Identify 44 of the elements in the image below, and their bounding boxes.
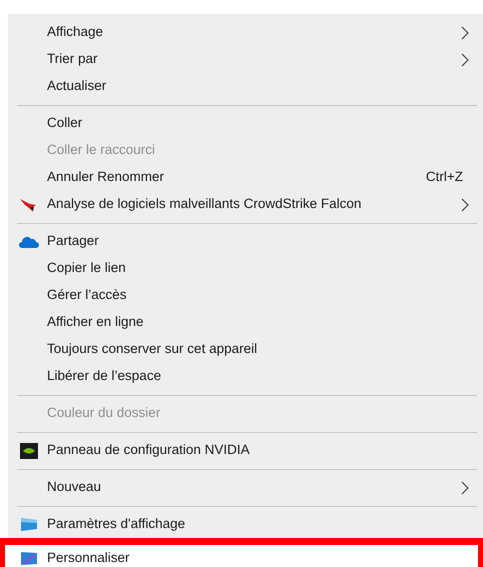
monitor-icon xyxy=(20,517,38,532)
menu-item[interactable]: Annuler Renommer Ctrl+Z xyxy=(8,164,483,191)
menu-item-label: Trier par xyxy=(47,50,98,68)
cloud-icon xyxy=(18,236,38,248)
chevron-right-icon xyxy=(461,198,469,212)
menu-item-label: Gérer l’accès xyxy=(47,286,127,304)
chevron-right-icon xyxy=(461,480,469,494)
menu-item-label: Afficher en ligne xyxy=(47,313,144,332)
menu-item-label: Analyse de logiciels malveillants CrowdStrike Falcon xyxy=(47,195,362,214)
menu-item-label: Actualiser xyxy=(47,77,106,96)
menu-item[interactable]: Copier le lien xyxy=(8,255,483,282)
menu-item-label: Couleur du dossier xyxy=(47,404,160,422)
menu-item-label: Nouveau xyxy=(47,478,102,496)
menu-item[interactable]: Paramètres d'affichage xyxy=(8,511,483,538)
shortcut-label: Ctrl+Z xyxy=(426,168,463,186)
chip-icon xyxy=(20,442,38,458)
menu-item-label: Paramètres d'affichage xyxy=(47,515,186,534)
menu-item-label: Affichage xyxy=(47,23,104,42)
menu-item-label: Annuler Renommer xyxy=(47,168,164,186)
chevron-right-icon xyxy=(461,52,469,66)
menu-item[interactable]: Analyse de logiciels malveillants CrowdStrike Falcon xyxy=(8,191,483,218)
menu-item[interactable]: Toujours conserver sur cet appareil xyxy=(8,336,483,363)
menu-item[interactable]: Nouveau xyxy=(8,474,483,501)
menu-item[interactable]: Actualiser xyxy=(8,73,483,100)
menu-item[interactable]: Panneau de configuration NVIDIA xyxy=(8,437,483,464)
menu-item-label: Panneau de configuration NVIDIA xyxy=(47,441,250,460)
menu-item[interactable]: Afficher en ligne xyxy=(8,309,483,336)
bird-icon xyxy=(20,198,38,212)
chevron-right-icon xyxy=(461,26,469,40)
menu-item-label: Personnaliser xyxy=(47,549,130,567)
menu-item-label: Coller le raccourci xyxy=(47,141,156,160)
menu-item[interactable]: Trier par xyxy=(8,46,483,73)
menu-item[interactable]: Gérer l’accès xyxy=(8,282,483,309)
menu-item[interactable]: Libérer de l’espace xyxy=(8,363,483,390)
menu-item[interactable]: Coller xyxy=(8,110,483,137)
menu-item[interactable]: Personnaliser xyxy=(8,545,478,567)
menu-item[interactable]: Affichage xyxy=(8,19,483,46)
menu-item-label: Toujours conserver sur cet appareil xyxy=(47,340,258,358)
menu-item-label: Copier le lien xyxy=(47,259,126,278)
menu-item[interactable]: Partager xyxy=(8,228,483,255)
menu-item-label: Partager xyxy=(47,232,99,250)
menu-item-label: Libérer de l’espace xyxy=(47,367,162,386)
monitor-brush-icon xyxy=(20,551,38,566)
menu-item-label: Coller xyxy=(47,114,82,132)
